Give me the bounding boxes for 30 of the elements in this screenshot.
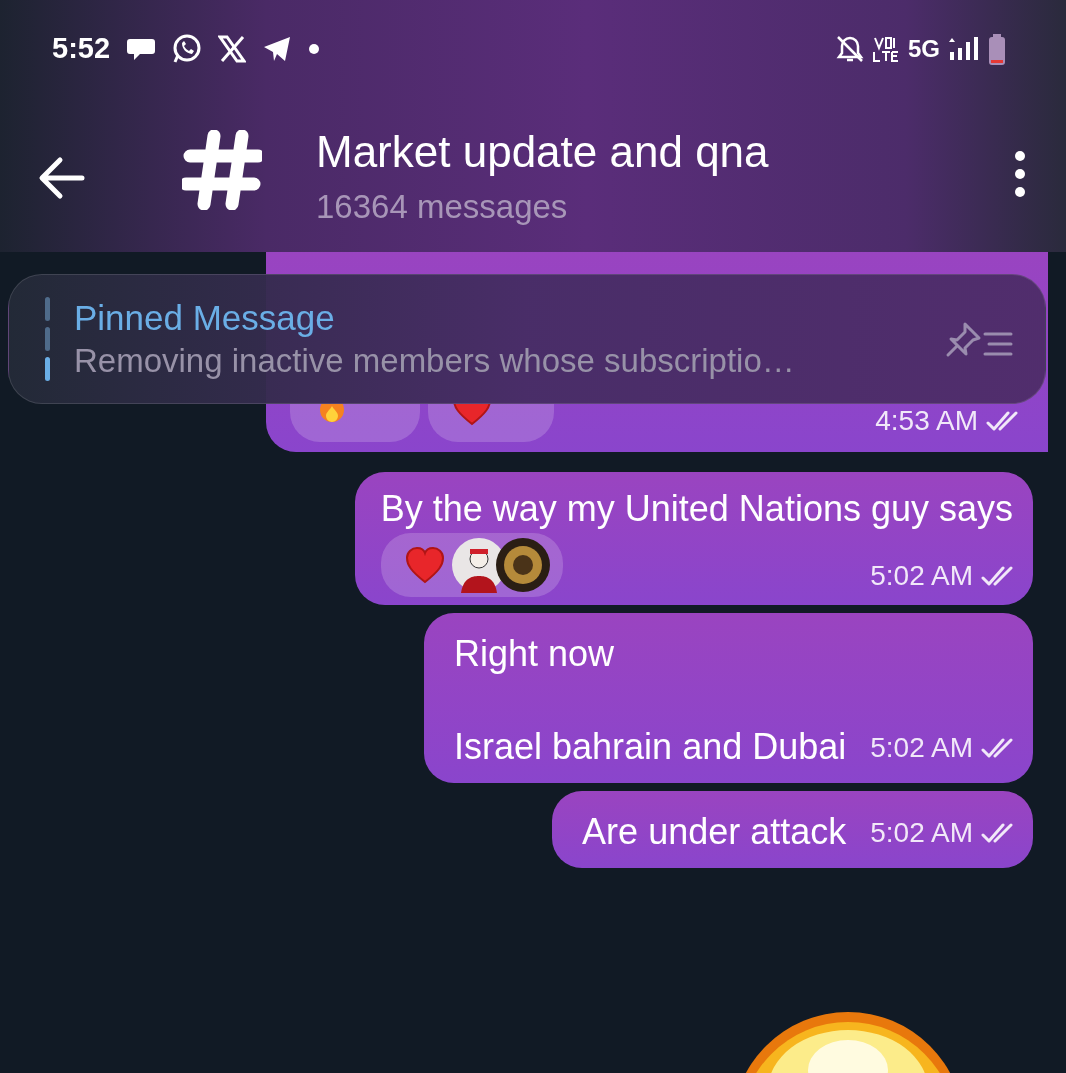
signal-icon xyxy=(948,36,980,62)
paper-plane-icon xyxy=(262,34,293,64)
message-time: 4:53 AM xyxy=(875,404,978,438)
muted-bell-icon xyxy=(836,35,864,63)
battery-icon xyxy=(988,32,1006,66)
double-check-icon xyxy=(986,409,1018,433)
message-time: 5:02 AM xyxy=(870,558,973,593)
status-time: 5:52 xyxy=(52,31,111,67)
pinned-message-bar[interactable]: Pinned Message Removing inactive members whose subscriptio… xyxy=(8,274,1046,404)
dot-icon xyxy=(308,43,321,55)
phone-bubble-icon xyxy=(172,34,203,64)
volte-icon xyxy=(872,35,900,63)
back-arrow-icon[interactable] xyxy=(38,156,86,200)
chat-title: Market update and qna xyxy=(316,130,769,174)
double-check-icon xyxy=(981,821,1013,845)
message-text: Are under attack xyxy=(582,810,847,855)
message-text: Right now Israel bahrain and Dubai xyxy=(454,631,847,770)
more-menu-icon[interactable] xyxy=(1014,150,1026,198)
message-text: By the way my United Nations guy says xyxy=(380,487,1013,531)
hashtag-icon xyxy=(182,130,262,210)
x-letter-icon xyxy=(218,35,247,63)
pin-indicator-icon xyxy=(43,297,52,381)
heart-icon xyxy=(404,545,445,584)
pinned-text: Removing inactive members whose subscriptio… xyxy=(74,341,795,382)
network-type: 5G xyxy=(908,34,940,64)
member-count: 16364 messages xyxy=(316,190,569,223)
pinned-list-icon[interactable] xyxy=(945,320,1013,358)
pinned-label: Pinned Message xyxy=(74,296,336,339)
message-time: 5:02 AM xyxy=(870,731,973,766)
message-time: 5:02 AM xyxy=(870,816,973,850)
